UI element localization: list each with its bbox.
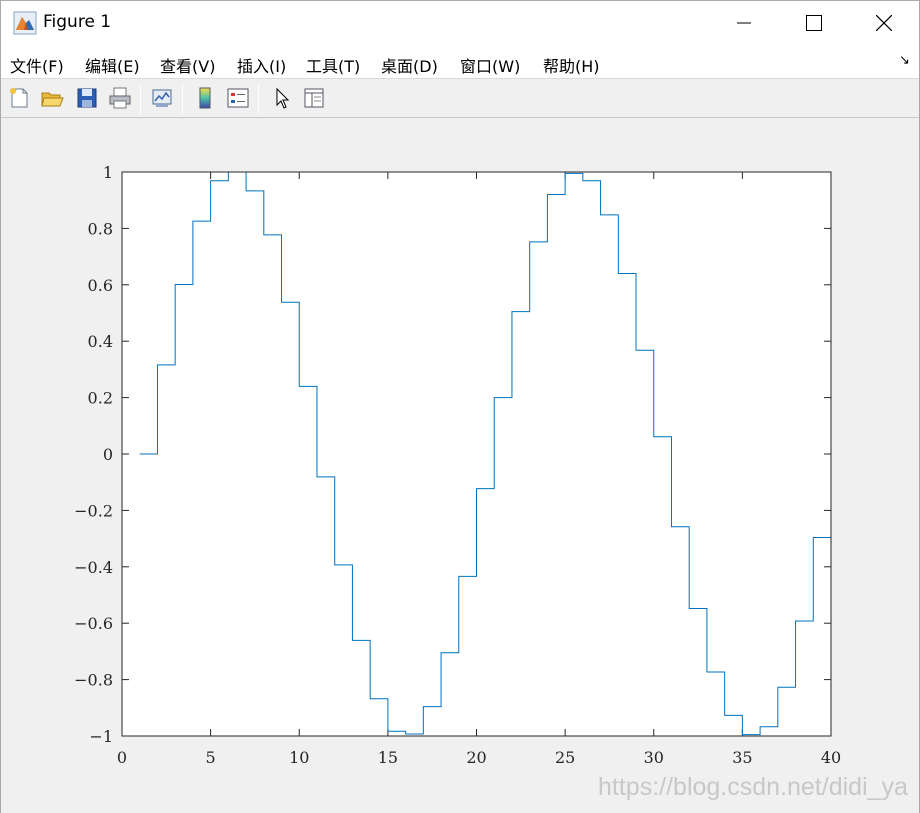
menu-desktop[interactable]: 桌面(D)	[381, 53, 438, 77]
x-tick-label: 25	[555, 748, 575, 767]
edit-plot-arrow-icon	[276, 87, 290, 109]
maximize-icon	[806, 15, 822, 31]
maximize-button[interactable]	[779, 1, 849, 45]
menu-help[interactable]: 帮助(H)	[543, 53, 600, 77]
matlab-figure-icon	[13, 11, 37, 35]
toolbar-separator	[258, 84, 259, 114]
window-title: Figure 1	[43, 12, 112, 32]
print-icon	[109, 87, 131, 109]
figure-window: Figure 1 文件(F) 编辑(E) 查看(V) 插入(I) 工具(T) 桌…	[0, 0, 920, 813]
x-tick-label: 15	[378, 748, 398, 767]
y-tick-label: 0.6	[88, 276, 113, 295]
x-tick-label: 20	[466, 748, 486, 767]
close-icon	[876, 15, 892, 31]
x-tick-label: 30	[644, 748, 664, 767]
insert-colorbar-button[interactable]	[191, 84, 219, 112]
dock-figure-icon[interactable]: ↘	[899, 53, 910, 68]
x-tick-label: 40	[821, 748, 841, 767]
y-tick-label: −0.8	[74, 671, 113, 690]
figure-canvas[interactable]: 0 5 10 15 20 25 30 35 40 −1 −0.8 −0.6 −0.4 −0.2 0 0.2 0.…	[1, 119, 919, 813]
print-button[interactable]	[106, 84, 134, 112]
title-bar[interactable]: Figure 1	[1, 1, 919, 45]
y-tick-label: −0.4	[74, 558, 113, 577]
x-tick-label: 0	[117, 748, 127, 767]
link-plot-button[interactable]	[148, 84, 176, 112]
y-tick-label: −1	[89, 727, 113, 746]
link-plot-icon	[152, 89, 172, 107]
menu-tools[interactable]: 工具(T)	[306, 53, 360, 77]
y-tick-label: 0.2	[88, 389, 113, 408]
insert-legend-button[interactable]	[224, 84, 252, 112]
open-file-icon	[41, 92, 64, 107]
plot-svg: 0 5 10 15 20 25 30 35 40 −1 −0.8 −0.6 −0.4 −0.2 0 0.2 0.…	[74, 163, 841, 767]
watermark-text: https://blog.csdn.net/didi_ya	[598, 773, 908, 801]
insert-legend-icon	[227, 88, 249, 108]
toolbar-separator	[140, 84, 141, 114]
minimize-icon	[737, 22, 751, 24]
menu-bar: 文件(F) 编辑(E) 查看(V) 插入(I) 工具(T) 桌面(D) 窗口(W…	[1, 45, 919, 79]
toolbar-separator	[182, 84, 183, 114]
y-tick-label: 0	[103, 445, 113, 464]
axes-background[interactable]	[122, 172, 831, 736]
menu-file[interactable]: 文件(F)	[10, 53, 64, 77]
new-figure-icon	[10, 88, 28, 108]
x-tick-label: 5	[206, 748, 216, 767]
save-button[interactable]	[73, 84, 101, 112]
property-inspector-button[interactable]	[300, 84, 328, 112]
close-button[interactable]	[849, 1, 919, 45]
y-tick-label: 1	[103, 163, 113, 182]
menu-insert[interactable]: 插入(I)	[237, 53, 286, 77]
figure-toolbar	[1, 80, 919, 118]
y-tick-label: −0.2	[74, 501, 113, 520]
menu-view[interactable]: 查看(V)	[160, 53, 215, 77]
new-figure-button[interactable]	[5, 84, 33, 112]
open-file-button[interactable]	[38, 84, 66, 112]
property-inspector-icon	[304, 88, 324, 108]
x-tick-label: 35	[732, 748, 752, 767]
minimize-button[interactable]	[709, 1, 779, 45]
y-tick-label: 0.8	[88, 219, 113, 238]
y-tick-label: −0.6	[74, 614, 113, 633]
y-tick-label: 0.4	[88, 332, 113, 351]
menu-window[interactable]: 窗口(W)	[460, 53, 520, 77]
x-tick-label: 10	[289, 748, 309, 767]
edit-plot-button[interactable]	[267, 84, 295, 112]
save-icon	[77, 88, 97, 108]
menu-edit[interactable]: 编辑(E)	[85, 53, 140, 77]
insert-colorbar-icon	[199, 87, 211, 109]
